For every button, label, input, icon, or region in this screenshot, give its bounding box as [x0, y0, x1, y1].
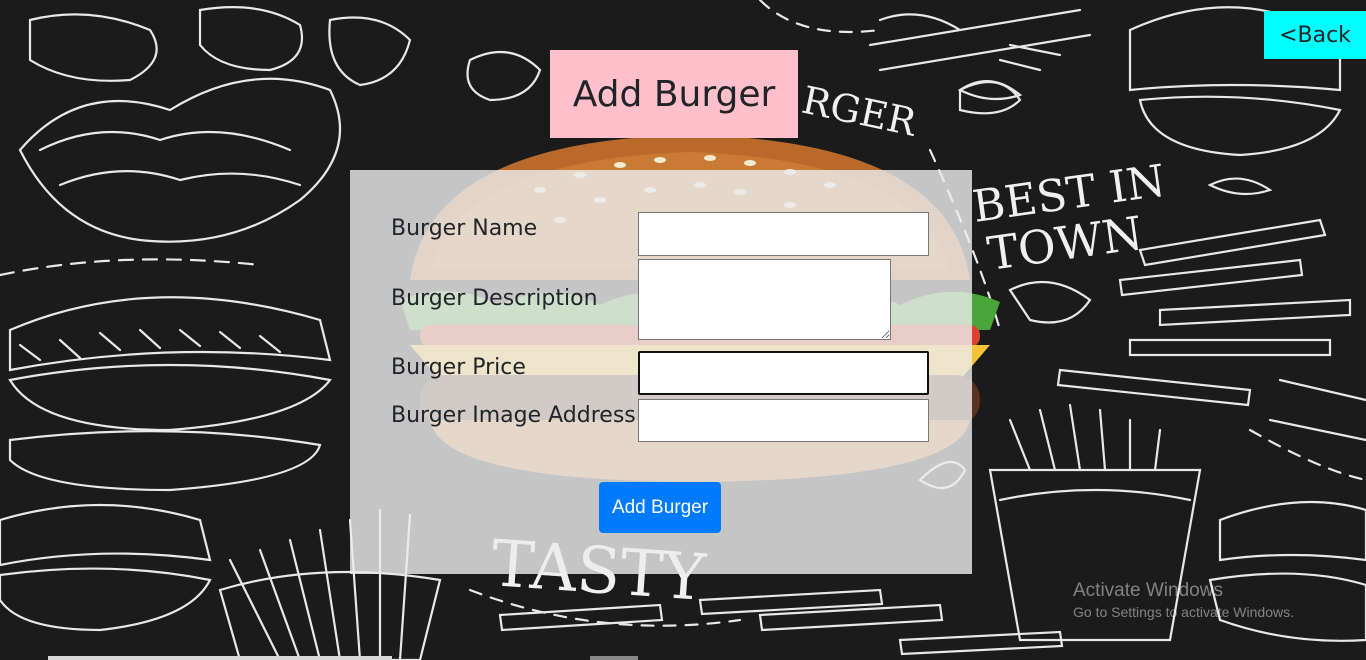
watermark-subtitle: Go to Settings to activate Windows.: [1073, 604, 1294, 620]
activate-windows-watermark: Activate Windows Go to Settings to activ…: [1073, 580, 1294, 620]
burger-name-input[interactable]: [638, 212, 929, 256]
burger-image-address-label: Burger Image Address: [391, 403, 636, 428]
burger-description-textarea[interactable]: [638, 259, 891, 340]
burger-price-label: Burger Price: [391, 355, 526, 380]
back-button[interactable]: <Back: [1264, 11, 1366, 59]
burger-description-label: Burger Description: [391, 286, 598, 311]
watermark-title: Activate Windows: [1073, 580, 1223, 601]
horizontal-scrollbar[interactable]: [48, 656, 392, 660]
page-title: Add Burger: [550, 50, 798, 138]
add-burger-submit-button[interactable]: Add Burger: [599, 482, 721, 533]
scrollbar-segment: [590, 656, 638, 660]
burger-price-input[interactable]: [638, 351, 929, 395]
add-burger-form: Burger Name Burger Description Burger Pr…: [350, 170, 972, 574]
burger-name-label: Burger Name: [391, 216, 538, 241]
burger-image-address-input[interactable]: [638, 399, 929, 442]
